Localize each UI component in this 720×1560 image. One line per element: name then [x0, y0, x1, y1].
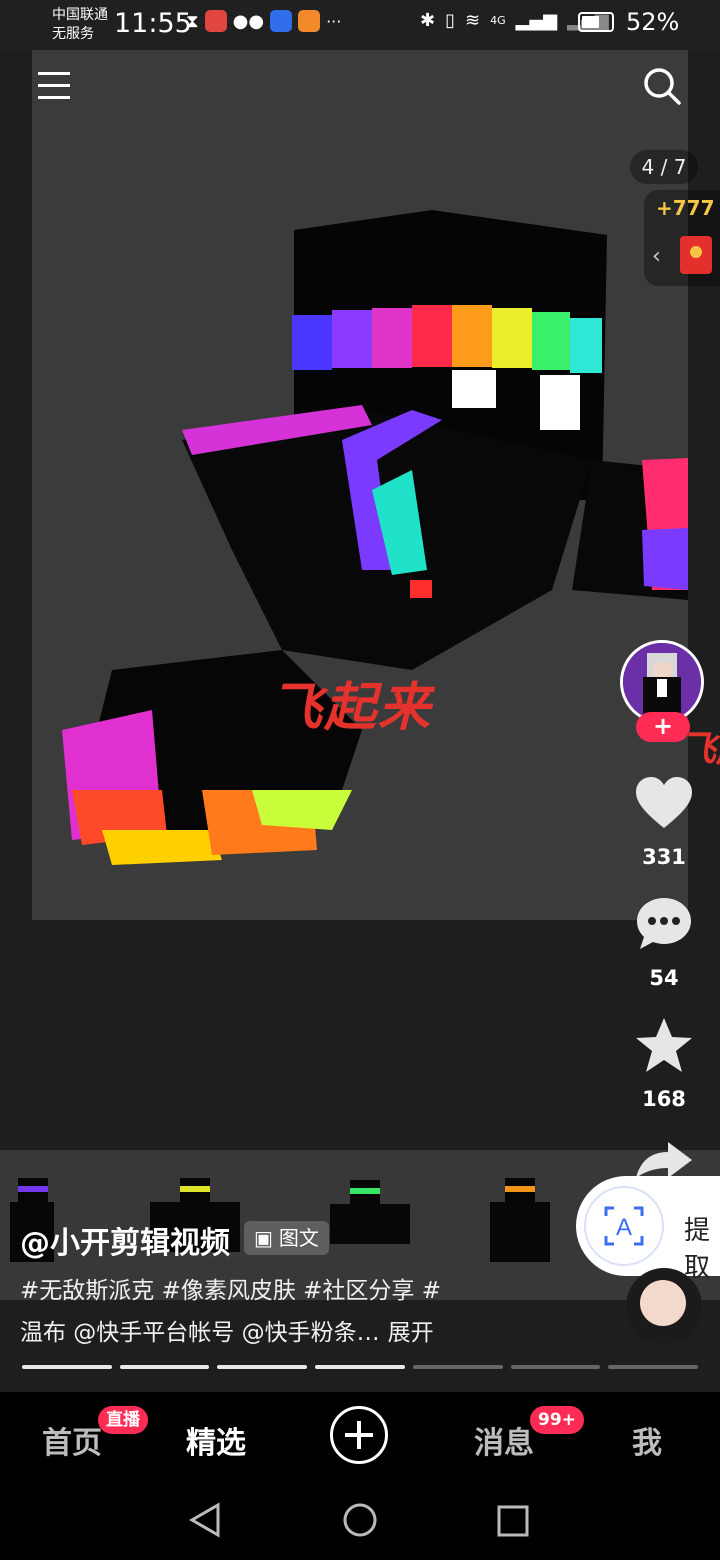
comment-icon[interactable] — [634, 894, 694, 954]
bulb-app-icon — [270, 10, 293, 32]
wifi-icon: ≋ — [465, 10, 481, 31]
tab-messages[interactable]: 消息 — [474, 1418, 534, 1462]
vibrate-icon: ▯ — [445, 10, 455, 31]
post-type-tag: ▣ 图文 — [244, 1221, 329, 1255]
back-icon[interactable] — [188, 1502, 224, 1538]
carrier-label: 中国联通 无服务 — [52, 6, 108, 44]
star-icon[interactable] — [634, 1016, 694, 1076]
side-caption-text: 飞起 — [680, 729, 720, 770]
author-name[interactable]: @小开剪辑视频 — [20, 1218, 230, 1262]
progress-segment — [217, 1365, 308, 1369]
image-caption-text: 飞起来 — [270, 678, 433, 738]
tab-featured[interactable]: 精选 — [186, 1418, 246, 1462]
post-image[interactable]: 飞起来 — [32, 30, 688, 920]
page-indicator: 4 / 7 — [630, 150, 698, 184]
description-line-2[interactable]: 温布 @快手平台帐号 @快手粉条… 展开 — [20, 1312, 580, 1354]
messages-badge: 99+ — [530, 1406, 584, 1434]
like-icon[interactable] — [634, 774, 694, 834]
live-badge: 直播 — [98, 1406, 148, 1434]
svg-text:A: A — [616, 1214, 632, 1241]
description-line-1[interactable]: #无敌斯派克 #像素风皮肤 #社区分享 # — [20, 1270, 580, 1312]
hourglass-icon: ⧗ — [186, 10, 199, 32]
expand-link[interactable]: 展开 — [388, 1312, 434, 1354]
reward-amount: +777 — [656, 196, 715, 220]
red-envelope-icon[interactable] — [680, 236, 712, 274]
signal-icon: ▂▄▆ — [515, 10, 558, 31]
comment-count: 54 — [649, 966, 679, 990]
home-icon[interactable] — [342, 1502, 378, 1538]
carrier-service: 无服务 — [52, 26, 94, 42]
create-post-button[interactable] — [330, 1406, 388, 1464]
network-type-label: 4G — [490, 14, 506, 27]
system-navigation-bar — [0, 1482, 720, 1560]
tab-home[interactable]: 首页 — [42, 1418, 102, 1462]
huawei-app-icon — [204, 10, 227, 32]
status-time: 11:55 — [114, 8, 192, 39]
battery-icon — [578, 12, 614, 32]
pixel-character-illustration — [62, 210, 688, 865]
page-progress — [22, 1365, 699, 1369]
battery-percent: 52% — [626, 8, 680, 36]
description-text: 温布 @快手平台帐号 @快手粉条… — [20, 1320, 380, 1346]
music-avatar-icon — [640, 1280, 686, 1326]
progress-segment — [315, 1365, 405, 1369]
more-notifications-icon: ··· — [326, 11, 342, 31]
progress-segment — [412, 1365, 503, 1369]
search-icon[interactable] — [642, 66, 682, 106]
play-app-icon — [298, 10, 321, 32]
image-icon: ▣ — [254, 1226, 273, 1250]
notification-icons: ⧗ ●● ··· — [186, 10, 341, 32]
progress-segment — [119, 1365, 210, 1369]
tab-me[interactable]: 我 — [632, 1418, 662, 1462]
text-scan-icon[interactable]: A — [584, 1186, 664, 1266]
recent-apps-icon[interactable] — [496, 1504, 530, 1538]
status-bar: 中国联通 无服务 11:55 ⧗ ●● ··· ✱ ▯ ≋ 4G ▂▄▆ ▂▄▆… — [0, 0, 720, 50]
wechat-icon: ●● — [232, 10, 265, 32]
favorite-count: 168 — [642, 1087, 686, 1111]
extract-label: 提取 — [684, 1216, 711, 1283]
progress-segment — [608, 1365, 699, 1369]
chevron-left-icon[interactable]: ‹ — [652, 244, 661, 269]
progress-segment — [510, 1365, 601, 1369]
like-count: 331 — [642, 845, 686, 869]
menu-icon[interactable] — [38, 70, 70, 102]
post-type-label: 图文 — [278, 1226, 319, 1250]
carrier-name: 中国联通 — [52, 7, 108, 23]
bluetooth-icon: ✱ — [420, 10, 436, 31]
progress-segment — [22, 1365, 112, 1369]
